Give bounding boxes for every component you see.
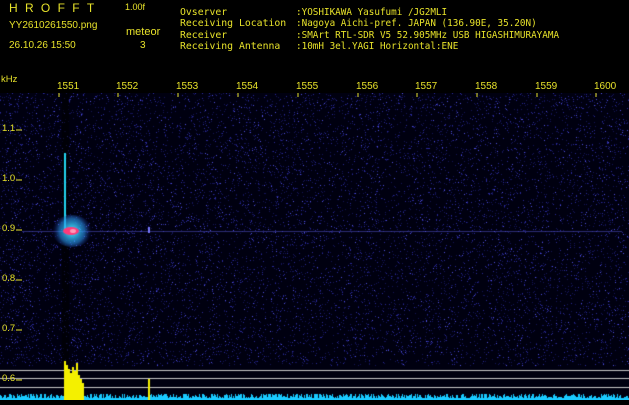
- time-tick-label: 1600: [594, 81, 617, 92]
- app-title: HROFFT: [9, 1, 102, 15]
- time-tick-label: 1558: [475, 81, 498, 92]
- antenna-value: :10mH 3el.YAGI Horizontal:ENE: [296, 41, 459, 52]
- time-tick-label: 1557: [415, 81, 438, 92]
- receiver-value: :SMArt RTL-SDR V5 52.905MHz USB HIGASHIM…: [296, 30, 560, 41]
- time-tick-label: 1556: [356, 81, 379, 92]
- header-panel: HROFFT 1.00f YY2610261550.png meteor 26.…: [0, 0, 629, 74]
- frequency-tick-label: 0.8: [2, 273, 16, 284]
- timestamp: 26.10.26 15:50: [9, 40, 76, 51]
- time-tick-label: 1552: [116, 81, 139, 92]
- time-tick-label: 1554: [236, 81, 259, 92]
- frequency-tick-marks: [16, 129, 22, 381]
- receiver-label: Receiver: [180, 30, 228, 41]
- time-axis: 1551 1552 1553 1554 1555 1556 1557 1558 …: [0, 76, 629, 93]
- frequency-tick-label: 1.0: [2, 173, 16, 184]
- time-tick-label: 1555: [296, 81, 319, 92]
- time-tick-label: 1553: [176, 81, 199, 92]
- time-tick-label: 1559: [535, 81, 558, 92]
- mode-label: meteor: [126, 26, 161, 38]
- frequency-tick-label: 0.9: [2, 223, 16, 234]
- time-tick-marks: [58, 93, 597, 97]
- time-tick-label: 1551: [57, 81, 80, 92]
- spectrogram-waterfall: 1.1 1.0 0.9 0.8 0.7 0.6: [0, 93, 629, 400]
- observer-value: :YOSHIKAWA Yasufumi /JG2MLI: [296, 7, 448, 18]
- axis-ticks-overlay: [16, 93, 597, 381]
- detection-count: 3: [140, 40, 146, 51]
- file-name: YY2610261550.png: [9, 20, 98, 31]
- location-value: :Nagoya Aichi-pref. JAPAN (136.90E, 35.2…: [296, 18, 537, 29]
- observer-label: Ovserver: [180, 7, 228, 18]
- antenna-label: Receiving Antenna: [180, 41, 281, 52]
- app-version: 1.00f: [125, 2, 146, 12]
- frequency-tick-label: 1.1: [2, 123, 16, 134]
- location-label: Receiving Location: [180, 18, 287, 29]
- frequency-tick-label: 0.7: [2, 323, 16, 334]
- frequency-tick-label: 0.6: [2, 373, 16, 384]
